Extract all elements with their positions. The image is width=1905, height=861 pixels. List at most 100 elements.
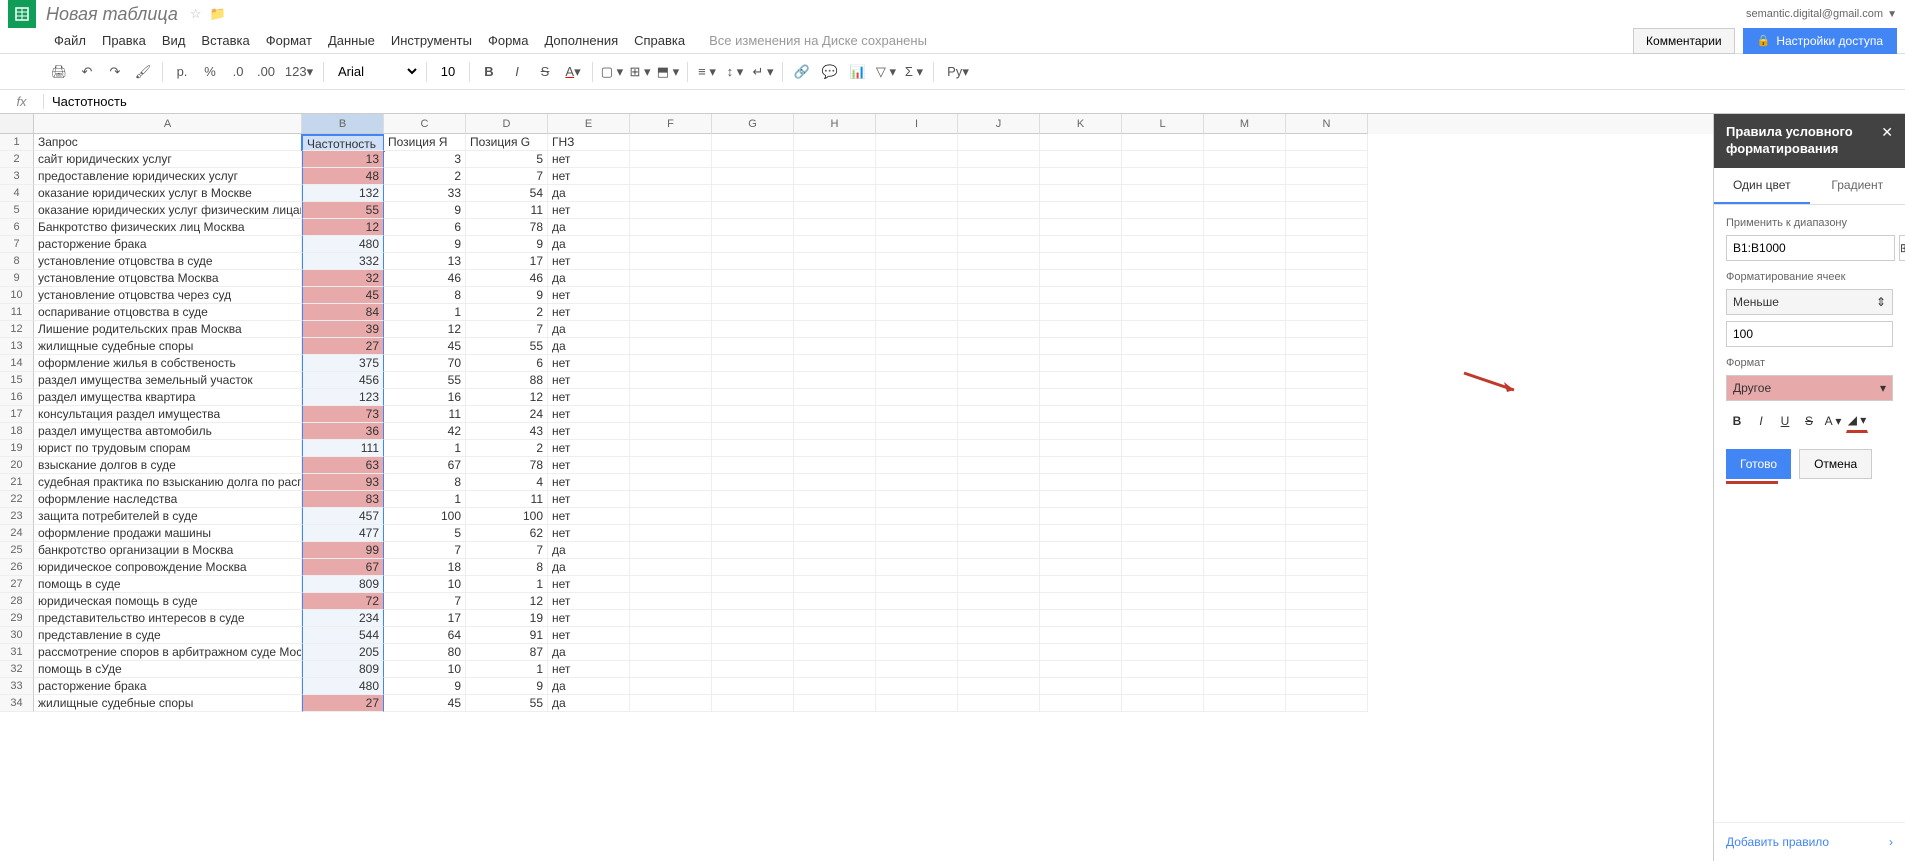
cell-gnz[interactable]: нет: [548, 406, 630, 423]
cell[interactable]: [1040, 185, 1122, 202]
cell-frequency[interactable]: 63: [302, 457, 384, 474]
cell[interactable]: [958, 661, 1040, 678]
cell[interactable]: [876, 644, 958, 661]
cell[interactable]: [712, 678, 794, 695]
cell[interactable]: [1204, 219, 1286, 236]
cell[interactable]: [1204, 423, 1286, 440]
cell[interactable]: [958, 678, 1040, 695]
cell[interactable]: [630, 491, 712, 508]
cell-frequency[interactable]: 27: [302, 338, 384, 355]
cell[interactable]: [876, 321, 958, 338]
user-email[interactable]: semantic.digital@gmail.com: [1746, 8, 1883, 20]
cell[interactable]: [1122, 151, 1204, 168]
column-header-J[interactable]: J: [958, 114, 1040, 134]
cell-query[interactable]: оказание юридических услуг физическим ли…: [34, 202, 302, 219]
row-header[interactable]: 7: [0, 236, 34, 253]
cell[interactable]: [1122, 287, 1204, 304]
cell[interactable]: [794, 219, 876, 236]
cell[interactable]: [1286, 474, 1368, 491]
cell-gnz[interactable]: нет: [548, 610, 630, 627]
v-align-button[interactable]: ↕ ▾: [722, 59, 748, 85]
cell[interactable]: [1040, 151, 1122, 168]
cell-pos-ya[interactable]: 18: [384, 559, 466, 576]
cell-query[interactable]: жилищные судебные споры: [34, 338, 302, 355]
cell-gnz[interactable]: нет: [548, 508, 630, 525]
cell[interactable]: [1122, 423, 1204, 440]
cell[interactable]: [630, 661, 712, 678]
cell[interactable]: [1122, 253, 1204, 270]
cell-pos-ya[interactable]: 45: [384, 695, 466, 712]
cell-gnz[interactable]: нет: [548, 474, 630, 491]
cell-pos-ya[interactable]: 80: [384, 644, 466, 661]
cell-query[interactable]: расторжение брака: [34, 678, 302, 695]
column-header-F[interactable]: F: [630, 114, 712, 134]
cell[interactable]: [1204, 576, 1286, 593]
cell-pos-ya[interactable]: 3: [384, 151, 466, 168]
cell[interactable]: [712, 270, 794, 287]
cell-frequency[interactable]: 84: [302, 304, 384, 321]
cell[interactable]: [1122, 185, 1204, 202]
cell-frequency[interactable]: 111: [302, 440, 384, 457]
cell-frequency[interactable]: 457: [302, 508, 384, 525]
cell[interactable]: [630, 576, 712, 593]
cell-pos-ya[interactable]: 33: [384, 185, 466, 202]
cell-frequency[interactable]: 480: [302, 236, 384, 253]
column-header-B[interactable]: B: [302, 114, 384, 134]
header-cell-C[interactable]: Позиция Я: [384, 134, 466, 151]
cell[interactable]: [1040, 304, 1122, 321]
cell[interactable]: [958, 236, 1040, 253]
cell[interactable]: [876, 508, 958, 525]
cell[interactable]: [1286, 508, 1368, 525]
cell[interactable]: [1122, 508, 1204, 525]
cell[interactable]: [712, 355, 794, 372]
cell[interactable]: [1286, 559, 1368, 576]
cell-frequency[interactable]: 32: [302, 270, 384, 287]
cell[interactable]: [1040, 593, 1122, 610]
cell[interactable]: [1122, 168, 1204, 185]
cell-gnz[interactable]: да: [548, 219, 630, 236]
range-input[interactable]: [1726, 235, 1895, 261]
cell[interactable]: [630, 695, 712, 712]
cell-frequency[interactable]: 55: [302, 202, 384, 219]
cell[interactable]: [1204, 542, 1286, 559]
cell[interactable]: [1286, 338, 1368, 355]
cell-gnz[interactable]: нет: [548, 389, 630, 406]
cell[interactable]: [1040, 644, 1122, 661]
cell[interactable]: [1122, 389, 1204, 406]
cell[interactable]: [712, 185, 794, 202]
cell-frequency[interactable]: 99: [302, 542, 384, 559]
cell-gnz[interactable]: нет: [548, 423, 630, 440]
currency-format-button[interactable]: р.: [169, 59, 195, 85]
cell[interactable]: [1204, 355, 1286, 372]
row-header[interactable]: 26: [0, 559, 34, 576]
cell-pos-ya[interactable]: 12: [384, 321, 466, 338]
cell[interactable]: [630, 134, 712, 151]
row-header[interactable]: 10: [0, 287, 34, 304]
cell-gnz[interactable]: нет: [548, 202, 630, 219]
cell-query[interactable]: представление в суде: [34, 627, 302, 644]
close-icon[interactable]: ✕: [1881, 124, 1893, 141]
insert-chart-button[interactable]: 📊: [845, 59, 871, 85]
cell[interactable]: [630, 474, 712, 491]
cell[interactable]: [712, 372, 794, 389]
cell[interactable]: [712, 236, 794, 253]
cell[interactable]: [1122, 593, 1204, 610]
row-header[interactable]: 15: [0, 372, 34, 389]
cell-gnz[interactable]: да: [548, 321, 630, 338]
cell[interactable]: [1286, 695, 1368, 712]
cell[interactable]: [958, 491, 1040, 508]
cell[interactable]: [876, 185, 958, 202]
cell[interactable]: [958, 542, 1040, 559]
cell-frequency[interactable]: 132: [302, 185, 384, 202]
cell-frequency[interactable]: 27: [302, 695, 384, 712]
cell[interactable]: [794, 185, 876, 202]
cell-frequency[interactable]: 39: [302, 321, 384, 338]
row-header[interactable]: 4: [0, 185, 34, 202]
cell[interactable]: [712, 134, 794, 151]
menu-файл[interactable]: Файл: [46, 29, 94, 52]
cell[interactable]: [876, 389, 958, 406]
cell[interactable]: [958, 287, 1040, 304]
cell[interactable]: [1286, 610, 1368, 627]
header-cell-E[interactable]: ГНЗ: [548, 134, 630, 151]
text-wrap-button[interactable]: ↵ ▾: [750, 59, 776, 85]
